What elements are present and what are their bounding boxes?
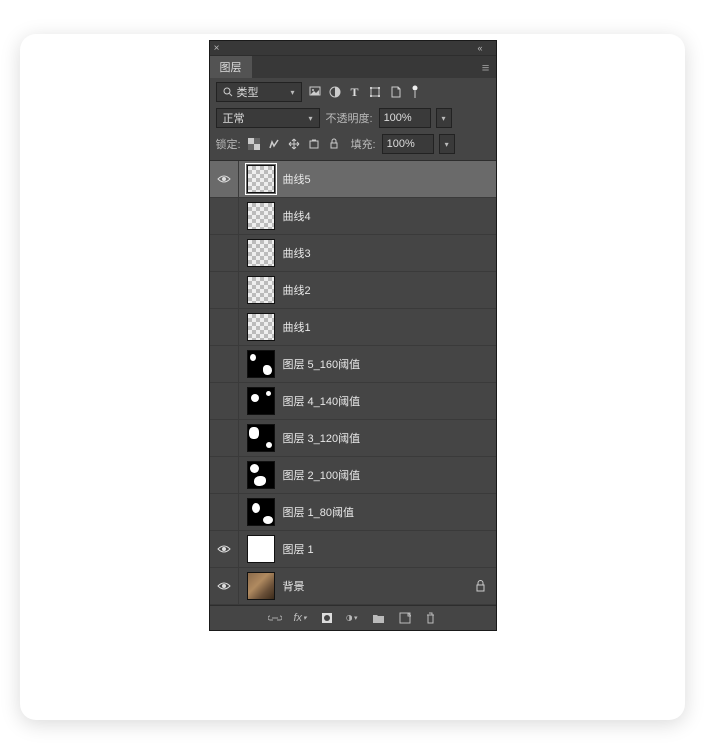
panel-menu-button[interactable]: ≡	[476, 60, 496, 75]
layer-row[interactable]: 图层 3_120阈值	[210, 420, 496, 457]
layer-row[interactable]: 曲线5	[210, 161, 496, 198]
layer-row[interactable]: 图层 1	[210, 531, 496, 568]
filter-label: 类型	[237, 84, 259, 100]
tab-layers[interactable]: 图层	[210, 56, 252, 78]
layer-name[interactable]: 曲线3	[283, 245, 311, 261]
new-group-icon[interactable]	[372, 611, 386, 625]
layer-fx-icon[interactable]: fx▾	[294, 611, 308, 625]
blend-mode-value: 正常	[223, 110, 245, 126]
lock-image-icon[interactable]	[267, 137, 281, 151]
visibility-toggle[interactable]	[210, 568, 239, 604]
filter-type-dropdown[interactable]: 类型 ▾	[216, 82, 302, 102]
layer-thumbnail[interactable]	[247, 387, 275, 415]
layer-name[interactable]: 曲线2	[283, 282, 311, 298]
layer-thumbnail[interactable]	[247, 276, 275, 304]
layers-list: 曲线5 曲线4 曲线3 曲线2 曲线1 图层 5_160阈值图层 4_140阈值图层 3_…	[210, 160, 496, 606]
visibility-toggle[interactable]	[210, 198, 239, 234]
lock-transparency-icon[interactable]	[247, 137, 261, 151]
fill-value: 100%	[387, 138, 415, 150]
filter-smartobject-icon[interactable]	[388, 85, 402, 99]
blend-mode-dropdown[interactable]: 正常 ▾	[216, 108, 320, 128]
lock-row: 锁定: 填充: 100% ▾	[210, 134, 496, 160]
lock-icon	[475, 580, 486, 592]
layer-name[interactable]: 曲线5	[283, 171, 311, 187]
add-mask-icon[interactable]	[320, 611, 334, 625]
filter-shape-icon[interactable]	[368, 85, 382, 99]
layer-thumbnail[interactable]	[247, 535, 275, 563]
layer-name[interactable]: 背景	[283, 578, 305, 594]
lock-icons	[247, 137, 341, 151]
filter-row: 类型 ▾ T	[210, 78, 496, 108]
new-adjustment-icon[interactable]: ▾	[346, 611, 360, 625]
visibility-toggle[interactable]	[210, 309, 239, 345]
lock-label: 锁定:	[216, 136, 241, 152]
layer-name[interactable]: 图层 4_140阈值	[283, 393, 361, 409]
layer-row[interactable]: 曲线4	[210, 198, 496, 235]
opacity-caret[interactable]: ▾	[436, 108, 452, 128]
visibility-toggle[interactable]	[210, 531, 239, 567]
delete-layer-icon[interactable]	[424, 611, 438, 625]
layer-thumbnail[interactable]	[247, 202, 275, 230]
layer-name[interactable]: 图层 3_120阈值	[283, 430, 361, 446]
layer-row[interactable]: 图层 5_160阈值	[210, 346, 496, 383]
fill-caret[interactable]: ▾	[439, 134, 455, 154]
layer-thumbnail[interactable]	[247, 572, 275, 600]
layer-row[interactable]: 图层 1_80阈值	[210, 494, 496, 531]
opacity-value: 100%	[384, 112, 412, 124]
fill-label: 填充:	[351, 136, 376, 152]
layer-thumbnail[interactable]	[247, 239, 275, 267]
collapse-icon[interactable]: «	[478, 43, 496, 53]
chevron-down-icon: ▾	[308, 114, 312, 123]
layer-thumbnail[interactable]	[247, 424, 275, 452]
layer-name[interactable]: 曲线4	[283, 208, 311, 224]
layer-row[interactable]: 背景	[210, 568, 496, 605]
blend-row: 正常 ▾ 不透明度: 100% ▾	[210, 108, 496, 134]
visibility-toggle[interactable]	[210, 457, 239, 493]
opacity-label: 不透明度:	[326, 110, 373, 126]
fill-input[interactable]: 100%	[382, 134, 434, 154]
layer-thumbnail[interactable]	[247, 165, 275, 193]
link-layers-icon[interactable]	[268, 611, 282, 625]
layer-name[interactable]: 图层 1	[283, 541, 314, 557]
layer-row[interactable]: 曲线2	[210, 272, 496, 309]
layers-bottom-toolbar: fx▾ ▾	[210, 606, 496, 630]
chevron-down-icon: ▾	[290, 88, 294, 97]
opacity-input[interactable]: 100%	[379, 108, 431, 128]
layer-thumbnail[interactable]	[247, 461, 275, 489]
layer-name[interactable]: 图层 2_100阈值	[283, 467, 361, 483]
visibility-toggle[interactable]	[210, 346, 239, 382]
layer-row[interactable]: 图层 4_140阈值	[210, 383, 496, 420]
visibility-toggle[interactable]	[210, 420, 239, 456]
layer-name[interactable]: 图层 1_80阈值	[283, 504, 355, 520]
lock-artboard-icon[interactable]	[307, 137, 321, 151]
lock-all-icon[interactable]	[327, 137, 341, 151]
visibility-toggle[interactable]	[210, 161, 239, 197]
layer-row[interactable]: 曲线1	[210, 309, 496, 346]
visibility-toggle[interactable]	[210, 494, 239, 530]
filter-pixel-icon[interactable]	[308, 85, 322, 99]
lock-position-icon[interactable]	[287, 137, 301, 151]
layer-thumbnail[interactable]	[247, 313, 275, 341]
tab-label: 图层	[220, 59, 242, 75]
filter-adjustment-icon[interactable]	[328, 85, 342, 99]
close-icon[interactable]: ×	[210, 41, 224, 55]
visibility-toggle[interactable]	[210, 272, 239, 308]
layer-row[interactable]: 图层 2_100阈值	[210, 457, 496, 494]
layer-thumbnail[interactable]	[247, 498, 275, 526]
layers-panel: × « 图层 ≡ 类型 ▾ T	[209, 40, 497, 631]
new-layer-icon[interactable]	[398, 611, 412, 625]
layer-name[interactable]: 曲线1	[283, 319, 311, 335]
panel-titlebar: × «	[210, 41, 496, 56]
layer-thumbnail[interactable]	[247, 350, 275, 378]
layer-row[interactable]: 曲线3	[210, 235, 496, 272]
filter-modes: T	[308, 85, 422, 99]
visibility-toggle[interactable]	[210, 235, 239, 271]
search-icon	[223, 87, 233, 97]
filter-type-icon[interactable]: T	[348, 85, 362, 99]
layer-name[interactable]: 图层 5_160阈值	[283, 356, 361, 372]
filter-artboard-icon[interactable]	[408, 85, 422, 99]
panel-tabs: 图层 ≡	[210, 56, 496, 78]
visibility-toggle[interactable]	[210, 383, 239, 419]
